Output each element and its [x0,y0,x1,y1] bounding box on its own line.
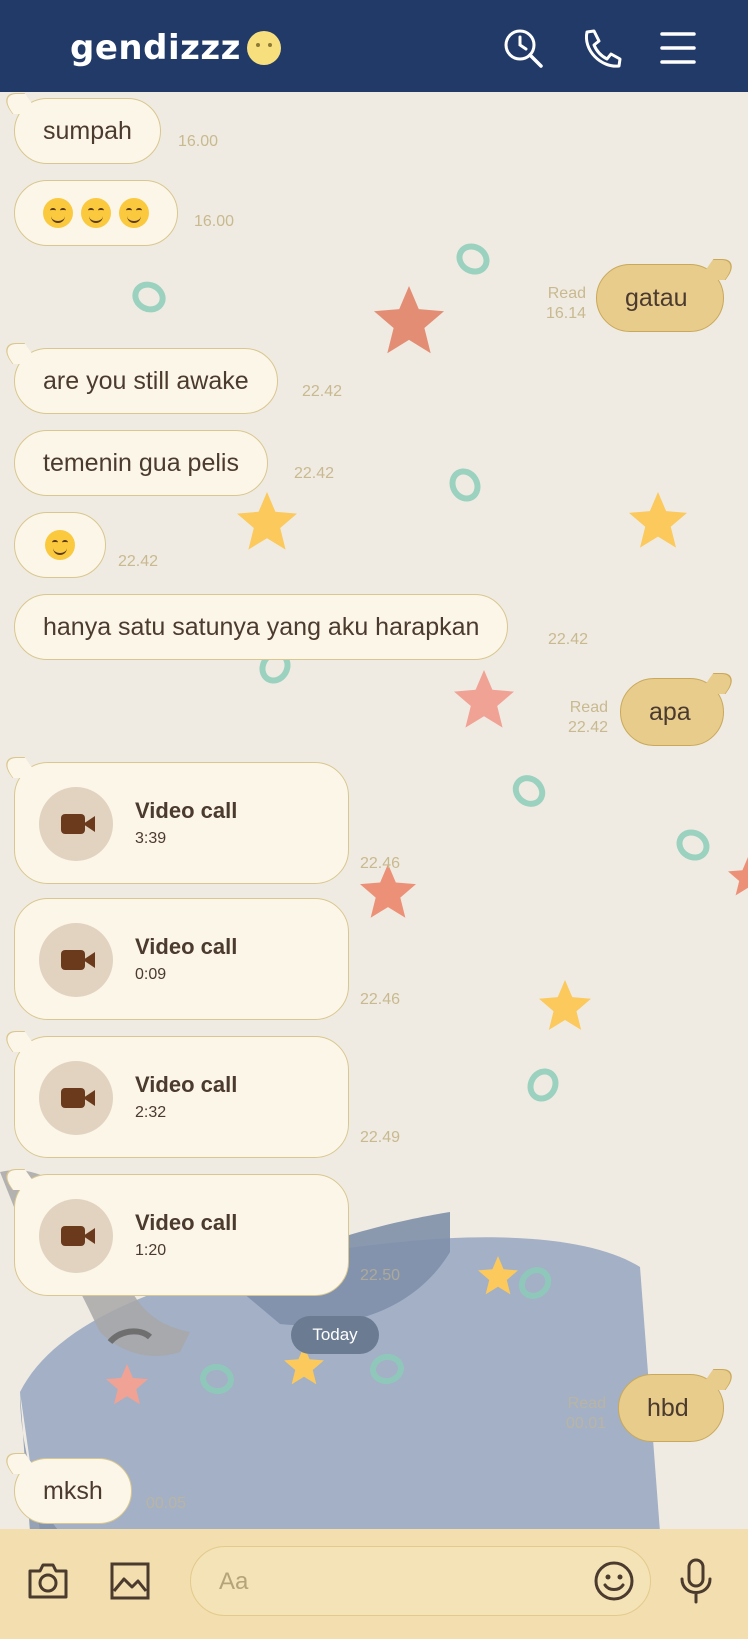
smiling-face-emoji [81,198,111,228]
chat-title-text: gendizzz [70,28,241,68]
message-text: are you still awake [43,366,249,395]
message-input-placeholder: Aa [219,1568,249,1595]
video-call-message[interactable]: Video call 2:32 [14,1036,349,1158]
video-call-message[interactable]: Video call 0:09 [14,898,349,1020]
incoming-message[interactable] [14,180,178,246]
video-camera-icon [61,1226,95,1246]
video-call-message[interactable]: Video call 3:39 [14,762,349,884]
incoming-message[interactable]: temenin gua pelis [14,430,268,496]
star-decoration [454,670,514,728]
emoji-icon[interactable] [593,1560,635,1602]
call-title: Video call [135,798,238,823]
outgoing-message[interactable]: hbd [618,1374,724,1442]
message-text: gatau [625,283,688,312]
incoming-message[interactable]: hanya satu satunya yang aku harapkan [14,594,509,660]
message-text: apa [649,697,691,726]
ring-decoration [443,462,487,508]
message-time: 22.49 [360,1129,401,1146]
ring-decoration [127,276,171,318]
search-icon[interactable] [501,26,545,70]
message-time: 16.00 [178,133,219,150]
message-time: 22.42 [548,631,589,648]
read-receipt: Read 00.01 [565,1395,606,1432]
star-decoration [237,492,297,550]
call-title: Video call [135,934,238,959]
star-decoration [478,1256,518,1295]
message-time: 22.42 [118,553,159,570]
outgoing-message[interactable]: apa [620,678,724,746]
incoming-message[interactable]: are you still awake [14,348,278,414]
video-call-icon-circle [39,923,113,997]
slightly-smiling-moon-emoji [246,31,281,65]
video-camera-icon [61,1088,95,1108]
chat-header: gendizzz [0,0,748,92]
video-call-icon-circle [39,1199,113,1273]
smiling-face-emoji [45,530,75,560]
image-icon[interactable] [108,1559,152,1603]
message-time: 22.46 [360,855,401,872]
composer-bar: Aa [0,1529,748,1639]
message-time: 16.00 [194,213,235,230]
message-time: 22.42 [302,383,343,400]
call-title: Video call [135,1072,238,1097]
message-time: 00.05 [146,1495,187,1512]
ring-decoration [450,237,496,281]
video-call-icon-circle [39,787,113,861]
video-call-message[interactable]: Video call 1:20 [14,1174,349,1296]
incoming-message[interactable]: mksh [14,1458,132,1524]
chat-area[interactable]: sumpah 16.00 16.00 gatau Read 16.14 are y… [0,92,748,1529]
video-camera-icon [61,950,95,970]
message-text: mksh [43,1476,103,1505]
star-decoration [629,492,687,548]
read-receipt: Read 16.14 [545,285,586,322]
message-text: temenin gua pelis [43,448,239,477]
ring-decoration [506,768,552,814]
message-time: 22.46 [360,991,401,1008]
star-decoration [728,857,748,896]
call-duration: 3:39 [135,830,167,847]
message-text: hanya satu satunya yang aku harapkan [43,612,480,641]
phone-icon[interactable] [579,26,623,70]
incoming-message[interactable]: sumpah [14,98,161,164]
star-decoration [539,980,591,1030]
message-time: 22.42 [294,465,335,482]
star-decoration [106,1364,148,1405]
call-duration: 1:20 [135,1242,167,1259]
chat-title[interactable]: gendizzz [70,28,281,68]
video-call-icon-circle [39,1061,113,1135]
microphone-icon[interactable] [674,1557,718,1605]
star-decoration [374,286,444,354]
date-divider: Today [291,1316,379,1354]
ring-decoration [670,823,716,867]
call-title: Video call [135,1210,238,1235]
incoming-message[interactable] [14,512,106,578]
smiling-face-emoji [119,198,149,228]
call-duration: 0:09 [135,966,167,983]
smiling-face-emoji [43,198,73,228]
read-receipt: Read 22.42 [567,699,608,736]
outgoing-message[interactable]: gatau [596,264,724,332]
call-duration: 2:32 [135,1104,167,1121]
message-time: 22.50 [360,1267,401,1284]
camera-icon[interactable] [26,1559,70,1603]
menu-icon[interactable] [656,26,700,70]
message-text: sumpah [43,116,132,145]
video-camera-icon [61,814,95,834]
message-text: hbd [647,1393,689,1422]
message-input[interactable]: Aa [190,1546,651,1616]
